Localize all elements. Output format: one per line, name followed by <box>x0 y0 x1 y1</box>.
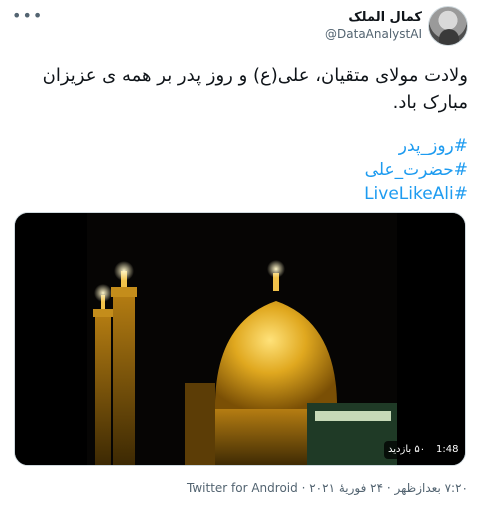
tweet-text-line-2: مبارک باد. <box>392 92 468 113</box>
video-duration: 1:48 <box>432 441 463 459</box>
hashtag-link[interactable]: #روز_پدر <box>28 134 468 158</box>
view-count: ۵۰ بازدید <box>384 441 430 459</box>
tweet-text-line-1: ولادت مولای متقیان، علی(ع) و روز پدر بر … <box>42 65 468 86</box>
tweet-card[interactable]: ••• کمال الملک @DataAnalystAI ولادت مولا… <box>0 0 480 507</box>
hashtag-link[interactable]: #حضرت_علی <box>28 158 468 182</box>
tweet-date[interactable]: ۲۴ فوریهٔ ۲۰۲۱ <box>309 480 383 496</box>
tweet-header: کمال الملک @DataAnalystAI <box>325 6 468 46</box>
meta-separator: · <box>301 481 306 495</box>
author-names: کمال الملک @DataAnalystAI <box>325 10 422 42</box>
more-options-icon[interactable]: ••• <box>12 6 42 26</box>
avatar[interactable] <box>428 6 468 46</box>
user-handle[interactable]: @DataAnalystAI <box>325 26 422 42</box>
hashtag-link[interactable]: #LiveLikeAli <box>28 182 468 206</box>
tweet-time[interactable]: ۷:۲۰ بعدازظهر <box>395 480 468 496</box>
display-name[interactable]: کمال الملک <box>325 10 422 26</box>
tweet-source[interactable]: Twitter for Android <box>187 480 298 496</box>
meta-separator: · <box>386 481 391 495</box>
hashtag-list: #روز_پدر #حضرت_علی #LiveLikeAli <box>28 134 468 206</box>
tweet-meta: ۷:۲۰ بعدازظهر · ۲۴ فوریهٔ ۲۰۲۱ · Twitter… <box>187 480 468 496</box>
tweet-text: ولادت مولای متقیان، علی(ع) و روز پدر بر … <box>28 62 468 116</box>
video-player[interactable] <box>14 212 466 466</box>
video-thumbnail <box>15 213 465 465</box>
